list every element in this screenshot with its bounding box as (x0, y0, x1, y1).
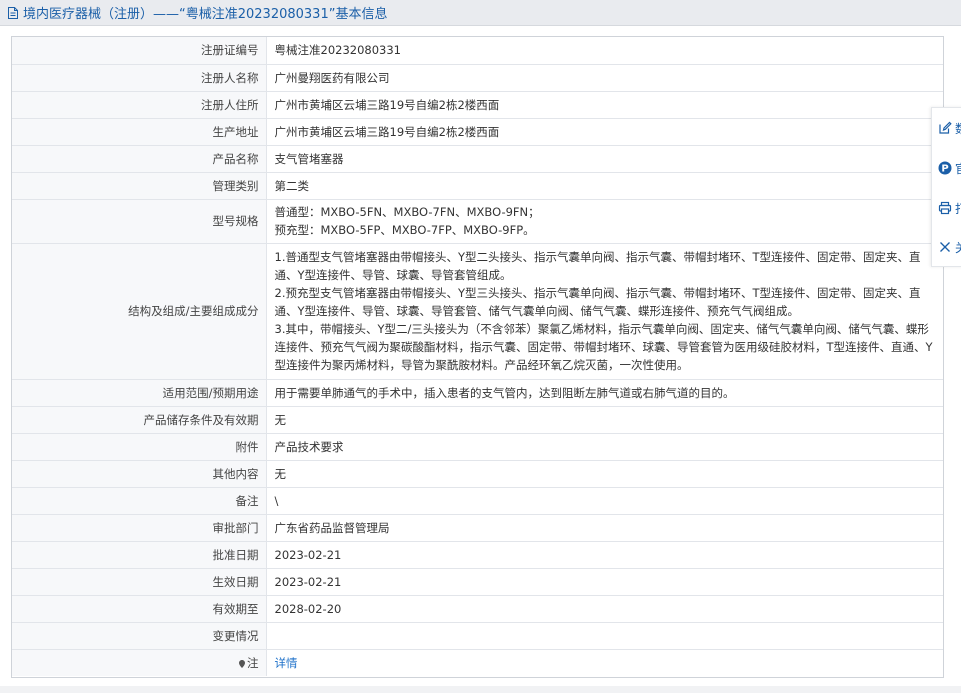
details-link[interactable]: 详情 (275, 656, 298, 670)
row-value: 粤械注准20232080331 (266, 37, 943, 65)
side-tool-print[interactable]: 打 (938, 198, 961, 218)
row-value: 详情 (266, 649, 943, 676)
row-label: 结构及组成/主要组成成分 (12, 243, 267, 380)
table-row: 有效期至 2028-02-20 (12, 595, 943, 623)
row-value: 普通型：MXBO-5FN、MXBO-7FN、MXBO-9FN； 预充型：MXBO… (266, 199, 943, 244)
row-value: 无 (266, 460, 943, 488)
side-tool-close[interactable]: 关 (938, 237, 961, 257)
row-value: 支气管堵塞器 (266, 145, 943, 173)
side-tool-label: 官 (955, 160, 961, 177)
table-row: 附件 产品技术要求 (12, 433, 943, 461)
edit-icon (939, 121, 952, 134)
side-toolbar: 数 P 官 打 关 (931, 107, 961, 267)
row-value: 第二类 (266, 172, 943, 200)
row-label: 型号规格 (12, 199, 267, 244)
table-row: 型号规格 普通型：MXBO-5FN、MXBO-7FN、MXBO-9FN； 预充型… (12, 199, 943, 244)
side-tool-label: 关 (955, 239, 961, 256)
info-panel: 注册证编号 粤械注准20232080331 注册人名称 广州曼翔医药有限公司 注… (11, 36, 944, 678)
table-row: 生效日期 2023-02-21 (12, 568, 943, 596)
close-icon (940, 242, 950, 252)
table-row: 审批部门 广东省药品监督管理局 (12, 514, 943, 542)
table-row: 生产地址 广州市黄埔区云埔三路19号自编2栋2楼西面 (12, 118, 943, 146)
table-row: 备注 \ (12, 487, 943, 515)
row-value: 无 (266, 406, 943, 434)
row-label: 注册人名称 (12, 64, 267, 92)
note-label-text: 注 (247, 655, 259, 670)
table-row: 管理类别 第二类 (12, 172, 943, 200)
row-value (266, 622, 943, 650)
row-value: \ (266, 487, 943, 515)
row-label: 注册人住所 (12, 91, 267, 119)
row-value: 产品技术要求 (266, 433, 943, 461)
row-label: 备注 (12, 487, 267, 515)
row-value: 2023-02-21 (266, 568, 943, 596)
row-label: 其他内容 (12, 460, 267, 488)
row-label: 有效期至 (12, 595, 267, 623)
help-badge-icon: P (938, 161, 952, 175)
row-label: 产品储存条件及有效期 (12, 406, 267, 434)
table-row: 产品名称 支气管堵塞器 (12, 145, 943, 173)
document-icon (8, 6, 18, 19)
row-value: 2023-02-21 (266, 541, 943, 569)
row-label: 注册证编号 (12, 37, 267, 65)
row-value: 广州市黄埔区云埔三路19号自编2栋2楼西面 (266, 118, 943, 146)
row-value: 广东省药品监督管理局 (266, 514, 943, 542)
table-row: 注 详情 (12, 649, 943, 676)
row-label: 产品名称 (12, 145, 267, 173)
row-value: 1.普通型支气管堵塞器由带帽接头、Y型二头接头、指示气囊单向阀、指示气囊、带帽封… (266, 243, 943, 380)
row-label: 适用范围/预期用途 (12, 379, 267, 407)
map-pin-icon (239, 659, 245, 668)
row-value: 广州曼翔医药有限公司 (266, 64, 943, 92)
side-tool-official[interactable]: P 官 (938, 158, 961, 178)
table-row: 结构及组成/主要组成成分 1.普通型支气管堵塞器由带帽接头、Y型二头接头、指示气… (12, 243, 943, 380)
note-label: 注 (12, 649, 267, 676)
side-tool-label: 打 (955, 200, 961, 217)
table-row: 适用范围/预期用途 用于需要单肺通气的手术中，插入患者的支气管内，达到阻断左肺气… (12, 379, 943, 407)
table-row: 注册人住所 广州市黄埔区云埔三路19号自编2栋2楼西面 (12, 91, 943, 119)
row-label: 生效日期 (12, 568, 267, 596)
table-row: 产品储存条件及有效期 无 (12, 406, 943, 434)
row-label: 附件 (12, 433, 267, 461)
row-label: 变更情况 (12, 622, 267, 650)
row-value: 2028-02-20 (266, 595, 943, 623)
page-header: 境内医疗器械（注册）——“粤械注准20232080331”基本信息 (0, 0, 961, 26)
page: 境内医疗器械（注册）——“粤械注准20232080331”基本信息 注册证编号 … (0, 0, 961, 693)
table-row: 注册证编号 粤械注准20232080331 (12, 37, 943, 65)
row-label: 批准日期 (12, 541, 267, 569)
table-row: 其他内容 无 (12, 460, 943, 488)
row-label: 审批部门 (12, 514, 267, 542)
side-tool-label: 数 (955, 120, 961, 137)
row-label: 管理类别 (12, 172, 267, 200)
row-label: 生产地址 (12, 118, 267, 146)
table-row: 注册人名称 广州曼翔医药有限公司 (12, 64, 943, 92)
table-row: 变更情况 (12, 622, 943, 650)
table-row: 批准日期 2023-02-21 (12, 541, 943, 569)
bottom-strip (0, 686, 961, 693)
row-value: 广州市黄埔区云埔三路19号自编2栋2楼西面 (266, 91, 943, 119)
page-title: 境内医疗器械（注册）——“粤械注准20232080331”基本信息 (23, 7, 388, 22)
info-table: 注册证编号 粤械注准20232080331 注册人名称 广州曼翔医药有限公司 注… (12, 37, 943, 676)
print-icon (938, 201, 952, 215)
side-tool-edit[interactable]: 数 (938, 118, 961, 138)
row-value: 用于需要单肺通气的手术中，插入患者的支气管内，达到阻断左肺气道或右肺气道的目的。 (266, 379, 943, 407)
svg-text:P: P (941, 164, 948, 175)
